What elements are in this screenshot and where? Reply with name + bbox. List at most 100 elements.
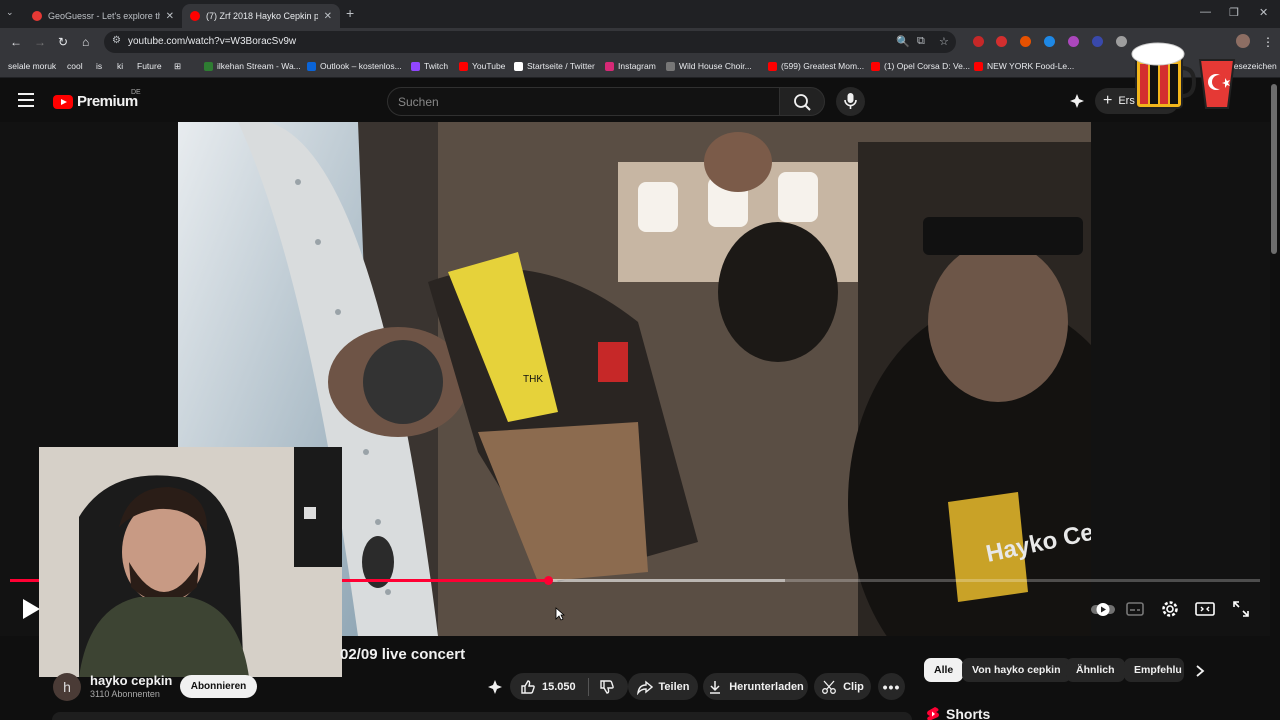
tab-title: GeoGuessr - Let's explore the w: [48, 11, 160, 21]
like-count[interactable]: 15.050: [542, 681, 576, 693]
browser-tab-geoguessr[interactable]: GeoGuessr - Let's explore the w ✕: [24, 4, 182, 28]
youtube-play-logo-icon: [53, 94, 73, 109]
reload-button[interactable]: ↻: [58, 35, 68, 49]
bookmark-folder[interactable]: ki: [117, 61, 123, 71]
shorts-label: Shorts: [946, 706, 991, 720]
sparkle-icon[interactable]: [1069, 93, 1085, 109]
voice-search-button[interactable]: [836, 87, 865, 116]
bookmark-label: Startseite / Twitter: [527, 61, 595, 71]
clip-button[interactable]: Clip: [814, 673, 871, 700]
extension-icon[interactable]: [996, 36, 1007, 47]
webcam-overlay-image: [39, 447, 342, 677]
bookmark-link[interactable]: (1) Opel Corsa D: Ve...: [871, 61, 970, 71]
bookmark-folder[interactable]: selale moruk: [8, 61, 56, 71]
bookmark-label: YouTube: [472, 61, 506, 71]
forward-button[interactable]: →: [34, 35, 46, 49]
page-scrollbar[interactable]: [1271, 84, 1277, 254]
ask-sparkle-icon[interactable]: [487, 679, 503, 695]
bookmark-link[interactable]: Wild House Choir...: [666, 61, 752, 71]
streamer-webcam-image: [39, 447, 342, 677]
autoplay-toggle[interactable]: [1090, 598, 1116, 620]
back-button[interactable]: ←: [10, 35, 22, 49]
download-button[interactable]: Herunterladen: [703, 673, 808, 700]
download-label: Herunterladen: [729, 680, 804, 693]
bookmark-label: (599) Greatest Mom...: [781, 61, 865, 71]
new-tab-button[interactable]: +: [346, 5, 354, 21]
scissors-icon: [822, 680, 837, 694]
close-window-button[interactable]: ✕: [1259, 6, 1268, 19]
close-tab-icon[interactable]: ✕: [166, 11, 174, 22]
minimize-button[interactable]: —: [1200, 6, 1211, 18]
bookmark-link[interactable]: ilkehan Stream - Wa...: [204, 61, 301, 71]
subscribe-button[interactable]: Abonnieren: [180, 675, 257, 698]
extensions-puzzle-icon[interactable]: [1116, 36, 1127, 47]
scrubber-handle[interactable]: [543, 576, 553, 585]
bookmark-label: ki: [117, 61, 124, 71]
microphone-icon: [844, 93, 857, 109]
install-icon[interactable]: ⧉: [917, 35, 925, 48]
subtitles-icon[interactable]: [1124, 598, 1146, 620]
twitch-icon: [411, 61, 420, 71]
bookmark-label: Future: [137, 61, 162, 71]
region-code: DE: [131, 89, 141, 96]
search-button[interactable]: [779, 87, 825, 116]
bookmark-label: is: [96, 61, 103, 71]
menu-dots-icon[interactable]: ⋮: [1262, 35, 1274, 49]
bookmark-link[interactable]: (599) Greatest Mom...: [768, 61, 864, 71]
chip-related[interactable]: Ähnlich: [1066, 658, 1125, 682]
chevron-right-icon[interactable]: [1193, 663, 1207, 679]
share-icon: [636, 680, 653, 695]
search-input[interactable]: [398, 93, 768, 111]
more-horizontal-icon: •••: [882, 678, 901, 695]
site-info-icon[interactable]: ⚙: [112, 35, 121, 46]
like-dislike-group: 15.050: [510, 673, 628, 700]
channel-name[interactable]: hayko cepkin: [90, 673, 172, 688]
search-icon: [794, 94, 811, 111]
browser-tab-youtube[interactable]: (7) Zrf 2018 Hayko Cepkin para ✕: [182, 4, 340, 28]
bookmark-star-icon[interactable]: ☆: [939, 35, 949, 48]
chip-from-channel[interactable]: Von hayko cepkin: [962, 658, 1071, 682]
video-title: 02/09 live concert: [340, 646, 466, 663]
extension-icon[interactable]: [1092, 36, 1103, 47]
extension-icon[interactable]: [1044, 36, 1055, 47]
chip-all[interactable]: Alle: [924, 658, 964, 682]
apps-grid-icon[interactable]: ⊞: [174, 61, 181, 72]
bookmark-folder[interactable]: is: [96, 61, 102, 71]
bookmark-link[interactable]: NEW YORK Food-Le...: [974, 61, 1074, 71]
home-button[interactable]: ⌂: [82, 35, 89, 49]
bookmark-label: ilkehan Stream - Wa...: [217, 61, 301, 71]
more-actions-button[interactable]: •••: [878, 673, 905, 700]
channel-avatar[interactable]: h: [53, 673, 81, 701]
youtube-icon: [768, 61, 777, 71]
share-button[interactable]: Teilen: [628, 673, 698, 700]
thumbs-up-icon[interactable]: [520, 679, 536, 695]
description-box[interactable]: [52, 712, 912, 720]
bookmark-link[interactable]: Instagram: [605, 61, 656, 71]
zoom-icon[interactable]: 🔍: [896, 35, 910, 48]
bookmark-link[interactable]: Outlook – kostenlos...: [307, 61, 402, 71]
bookmark-link[interactable]: Startseite / Twitter: [514, 61, 595, 71]
settings-gear-icon[interactable]: [1159, 598, 1181, 620]
shorts-logo-icon: [927, 707, 939, 720]
close-tab-icon[interactable]: ✕: [324, 11, 332, 22]
clip-label: Clip: [843, 680, 864, 693]
extension-icon[interactable]: [1020, 36, 1031, 47]
guide-menu-icon[interactable]: [18, 93, 34, 107]
bookmark-folder[interactable]: cool: [67, 61, 83, 71]
youtube-premium-logo[interactable]: Premium DE: [53, 89, 141, 110]
bookmark-link[interactable]: YouTube: [459, 61, 505, 71]
plus-icon: +: [1103, 92, 1113, 109]
bookmark-label: selale moruk: [8, 61, 57, 71]
extension-icon[interactable]: [973, 36, 984, 47]
download-icon: [710, 680, 721, 694]
address-bar[interactable]: ⚙ youtube.com/watch?v=W3BoracSv9w 🔍 ⧉ ☆: [104, 31, 956, 53]
fullscreen-icon[interactable]: [1230, 598, 1252, 620]
bookmark-folder[interactable]: Future: [137, 61, 162, 71]
chip-recommended[interactable]: Empfehlu: [1124, 658, 1184, 682]
extension-icon[interactable]: [1068, 36, 1079, 47]
thumbs-down-icon[interactable]: [599, 679, 615, 695]
tab-search-icon[interactable]: ⌄: [6, 7, 14, 18]
theater-mode-icon[interactable]: [1194, 598, 1216, 620]
bookmark-link[interactable]: Twitch: [411, 61, 448, 71]
maximize-button[interactable]: ❐: [1229, 6, 1239, 19]
